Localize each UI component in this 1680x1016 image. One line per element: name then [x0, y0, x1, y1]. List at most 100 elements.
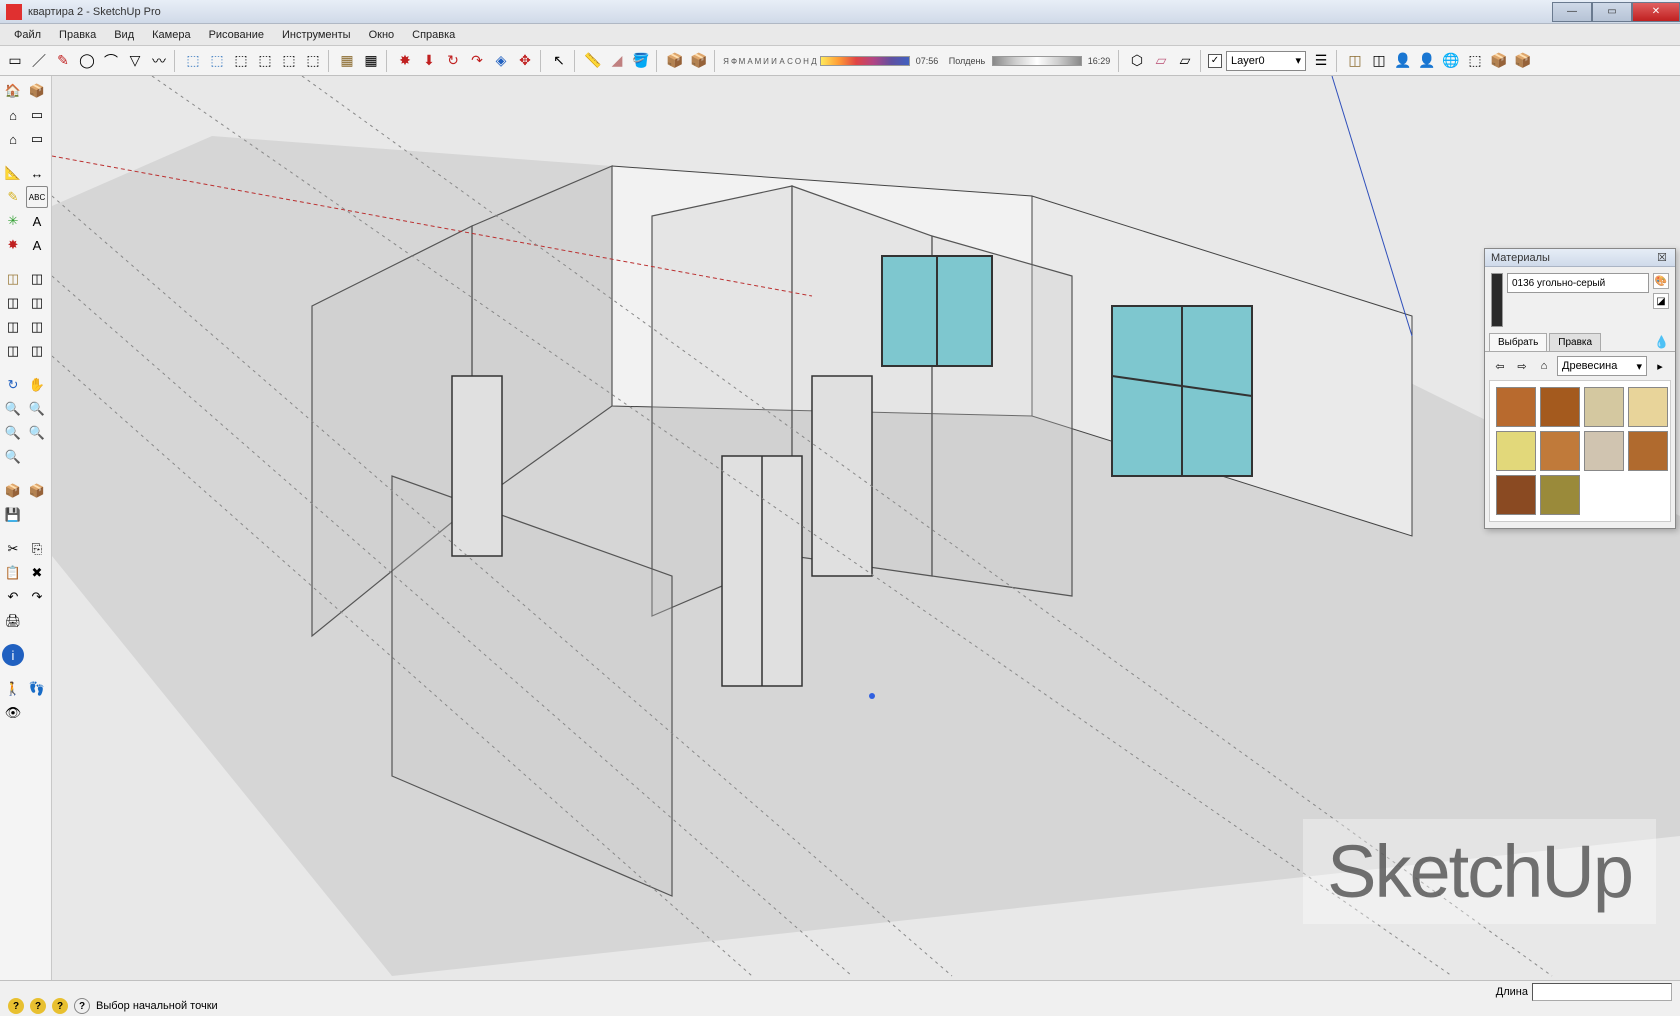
box-icon[interactable]: 📦	[1488, 50, 1510, 72]
nav-fwd-icon[interactable]: ⇨	[1513, 357, 1531, 375]
save-icon[interactable]: ⌂	[2, 128, 24, 150]
pencil-tool[interactable]: ✎	[52, 50, 74, 72]
group-icon[interactable]: 📦	[688, 50, 710, 72]
select-tool[interactable]: ↖	[548, 50, 570, 72]
move-tool[interactable]: ✥	[514, 50, 536, 72]
scale-tool[interactable]: ✸	[394, 50, 416, 72]
text-icon[interactable]: ✎	[2, 186, 24, 208]
paint-tool[interactable]: 🪣	[630, 50, 652, 72]
followme-tool[interactable]: ↷	[466, 50, 488, 72]
prev-view-tool[interactable]: 🔍	[26, 422, 48, 444]
top-view[interactable]: ⬚	[206, 50, 228, 72]
rectangle-tool[interactable]: ▭	[4, 50, 26, 72]
label-icon[interactable]: ABC	[26, 186, 48, 208]
cut-icon[interactable]: ✂	[2, 538, 24, 560]
maximize-button[interactable]: ▭	[1592, 2, 1632, 22]
open-icon[interactable]: ▭	[26, 104, 48, 126]
axes-icon[interactable]: ✳	[2, 210, 24, 232]
section-view-icon[interactable]: ⬡	[1126, 50, 1148, 72]
offset-tool[interactable]: ◈	[490, 50, 512, 72]
paste-icon[interactable]: 📋	[2, 562, 24, 584]
monochrome-icon[interactable]: ▦	[360, 50, 382, 72]
section-cut-icon[interactable]: ▱	[1174, 50, 1196, 72]
look-tool[interactable]: 👣	[26, 678, 48, 700]
walk-tool[interactable]: 🚶	[2, 678, 24, 700]
menu-view[interactable]: Вид	[106, 26, 142, 44]
savefile-icon[interactable]: 💾	[2, 504, 24, 526]
materials-close-icon[interactable]: ☒	[1655, 251, 1669, 264]
dimension-icon[interactable]: ↔	[26, 162, 48, 184]
model-info-icon[interactable]: 🏠	[2, 80, 24, 102]
materials-titlebar[interactable]: Материалы ☒	[1485, 249, 1675, 267]
sand4-icon[interactable]: ◫	[26, 292, 48, 314]
nav-back-icon[interactable]: ⇦	[1491, 357, 1509, 375]
material-name-input[interactable]	[1507, 273, 1649, 293]
minimize-button[interactable]: —	[1552, 2, 1592, 22]
material-default-icon[interactable]: ◪	[1653, 293, 1669, 309]
material-swatch[interactable]	[1628, 387, 1668, 427]
material-swatch[interactable]	[1496, 475, 1536, 515]
circle-tool[interactable]: ◯	[76, 50, 98, 72]
3dtext-icon[interactable]: A	[26, 210, 48, 232]
tab-select[interactable]: Выбрать	[1489, 333, 1547, 351]
saveas-icon[interactable]: ▭	[26, 128, 48, 150]
menu-camera[interactable]: Камера	[144, 26, 198, 44]
eye-tool[interactable]: 👁	[2, 702, 24, 724]
delete-icon[interactable]: ✖	[26, 562, 48, 584]
print-icon[interactable]: 🖨	[2, 610, 24, 632]
textures-icon[interactable]: ▦	[336, 50, 358, 72]
stamp-icon[interactable]: 👤	[1392, 50, 1414, 72]
warehouse-icon[interactable]: 📦	[2, 480, 24, 502]
material-swatch[interactable]	[1540, 387, 1580, 427]
layer-dropdown[interactable]: Layer0▾	[1226, 51, 1306, 71]
sand6-icon[interactable]: ◫	[26, 316, 48, 338]
plugin1-icon[interactable]: ✸	[2, 234, 24, 256]
line-tool[interactable]: ／	[28, 50, 50, 72]
arc-tool[interactable]: ⌒	[100, 50, 122, 72]
zoom-extents-tool[interactable]: 🔍	[2, 422, 24, 444]
back-view[interactable]: ⬚	[278, 50, 300, 72]
material-swatch[interactable]	[1540, 431, 1580, 471]
pan-tool[interactable]: ✋	[26, 374, 48, 396]
menu-window[interactable]: Окно	[361, 26, 403, 44]
viewport[interactable]: SketchUp	[52, 76, 1680, 980]
hint-icon-2[interactable]: ?	[30, 998, 46, 1014]
material-swatch[interactable]	[1584, 431, 1624, 471]
nav-menu-icon[interactable]: ▸	[1651, 357, 1669, 375]
materials-panel[interactable]: Материалы ☒ 🎨 ◪ Выбрать Правка 💧 ⇦ ⇨ ⌂ Д…	[1484, 248, 1676, 529]
polygon-tool[interactable]: ▽	[124, 50, 146, 72]
dropper-icon[interactable]: 💧	[1652, 333, 1671, 351]
sand1-icon[interactable]: ◫	[2, 268, 24, 290]
material-create-icon[interactable]: 🎨	[1653, 273, 1669, 289]
sand2-icon[interactable]: ◫	[26, 268, 48, 290]
pushpull-tool[interactable]: ⬇	[418, 50, 440, 72]
layer-visible-checkbox[interactable]: ✓	[1208, 54, 1222, 68]
undo-icon[interactable]: ↶	[2, 586, 24, 608]
sandbox-icon[interactable]: ◫	[1344, 50, 1366, 72]
sand7-icon[interactable]: ◫	[2, 340, 24, 362]
plugin2-icon[interactable]: A	[26, 234, 48, 256]
material-category-dropdown[interactable]: Древесина▾	[1557, 356, 1647, 376]
copy-icon[interactable]: ⎘	[26, 538, 48, 560]
sand8-icon[interactable]: ◫	[26, 340, 48, 362]
box2-icon[interactable]: 📦	[1512, 50, 1534, 72]
zoom-tool[interactable]: 🔍	[2, 398, 24, 420]
layer-manager-icon[interactable]: ☰	[1310, 50, 1332, 72]
menu-file[interactable]: Файл	[6, 26, 49, 44]
freehand-tool[interactable]: 〰	[148, 50, 170, 72]
drape-icon[interactable]: 👤	[1416, 50, 1438, 72]
orbit-tool[interactable]: ↻	[2, 374, 24, 396]
tape-tool[interactable]: 📏	[582, 50, 604, 72]
section-plane-icon[interactable]: ▱	[1150, 50, 1172, 72]
component-icon[interactable]: 📦	[664, 50, 686, 72]
menu-draw[interactable]: Рисование	[201, 26, 272, 44]
material-swatch[interactable]	[1496, 387, 1536, 427]
sand5-icon[interactable]: ◫	[2, 316, 24, 338]
sand3-icon[interactable]: ◫	[2, 292, 24, 314]
new-icon[interactable]: ⌂	[2, 104, 24, 126]
material-swatch[interactable]	[1540, 475, 1580, 515]
material-swatch[interactable]	[1496, 431, 1536, 471]
position-camera-tool[interactable]: 🔍	[2, 446, 24, 468]
measurement-input[interactable]	[1532, 983, 1672, 1001]
nav-home-icon[interactable]: ⌂	[1535, 357, 1553, 375]
